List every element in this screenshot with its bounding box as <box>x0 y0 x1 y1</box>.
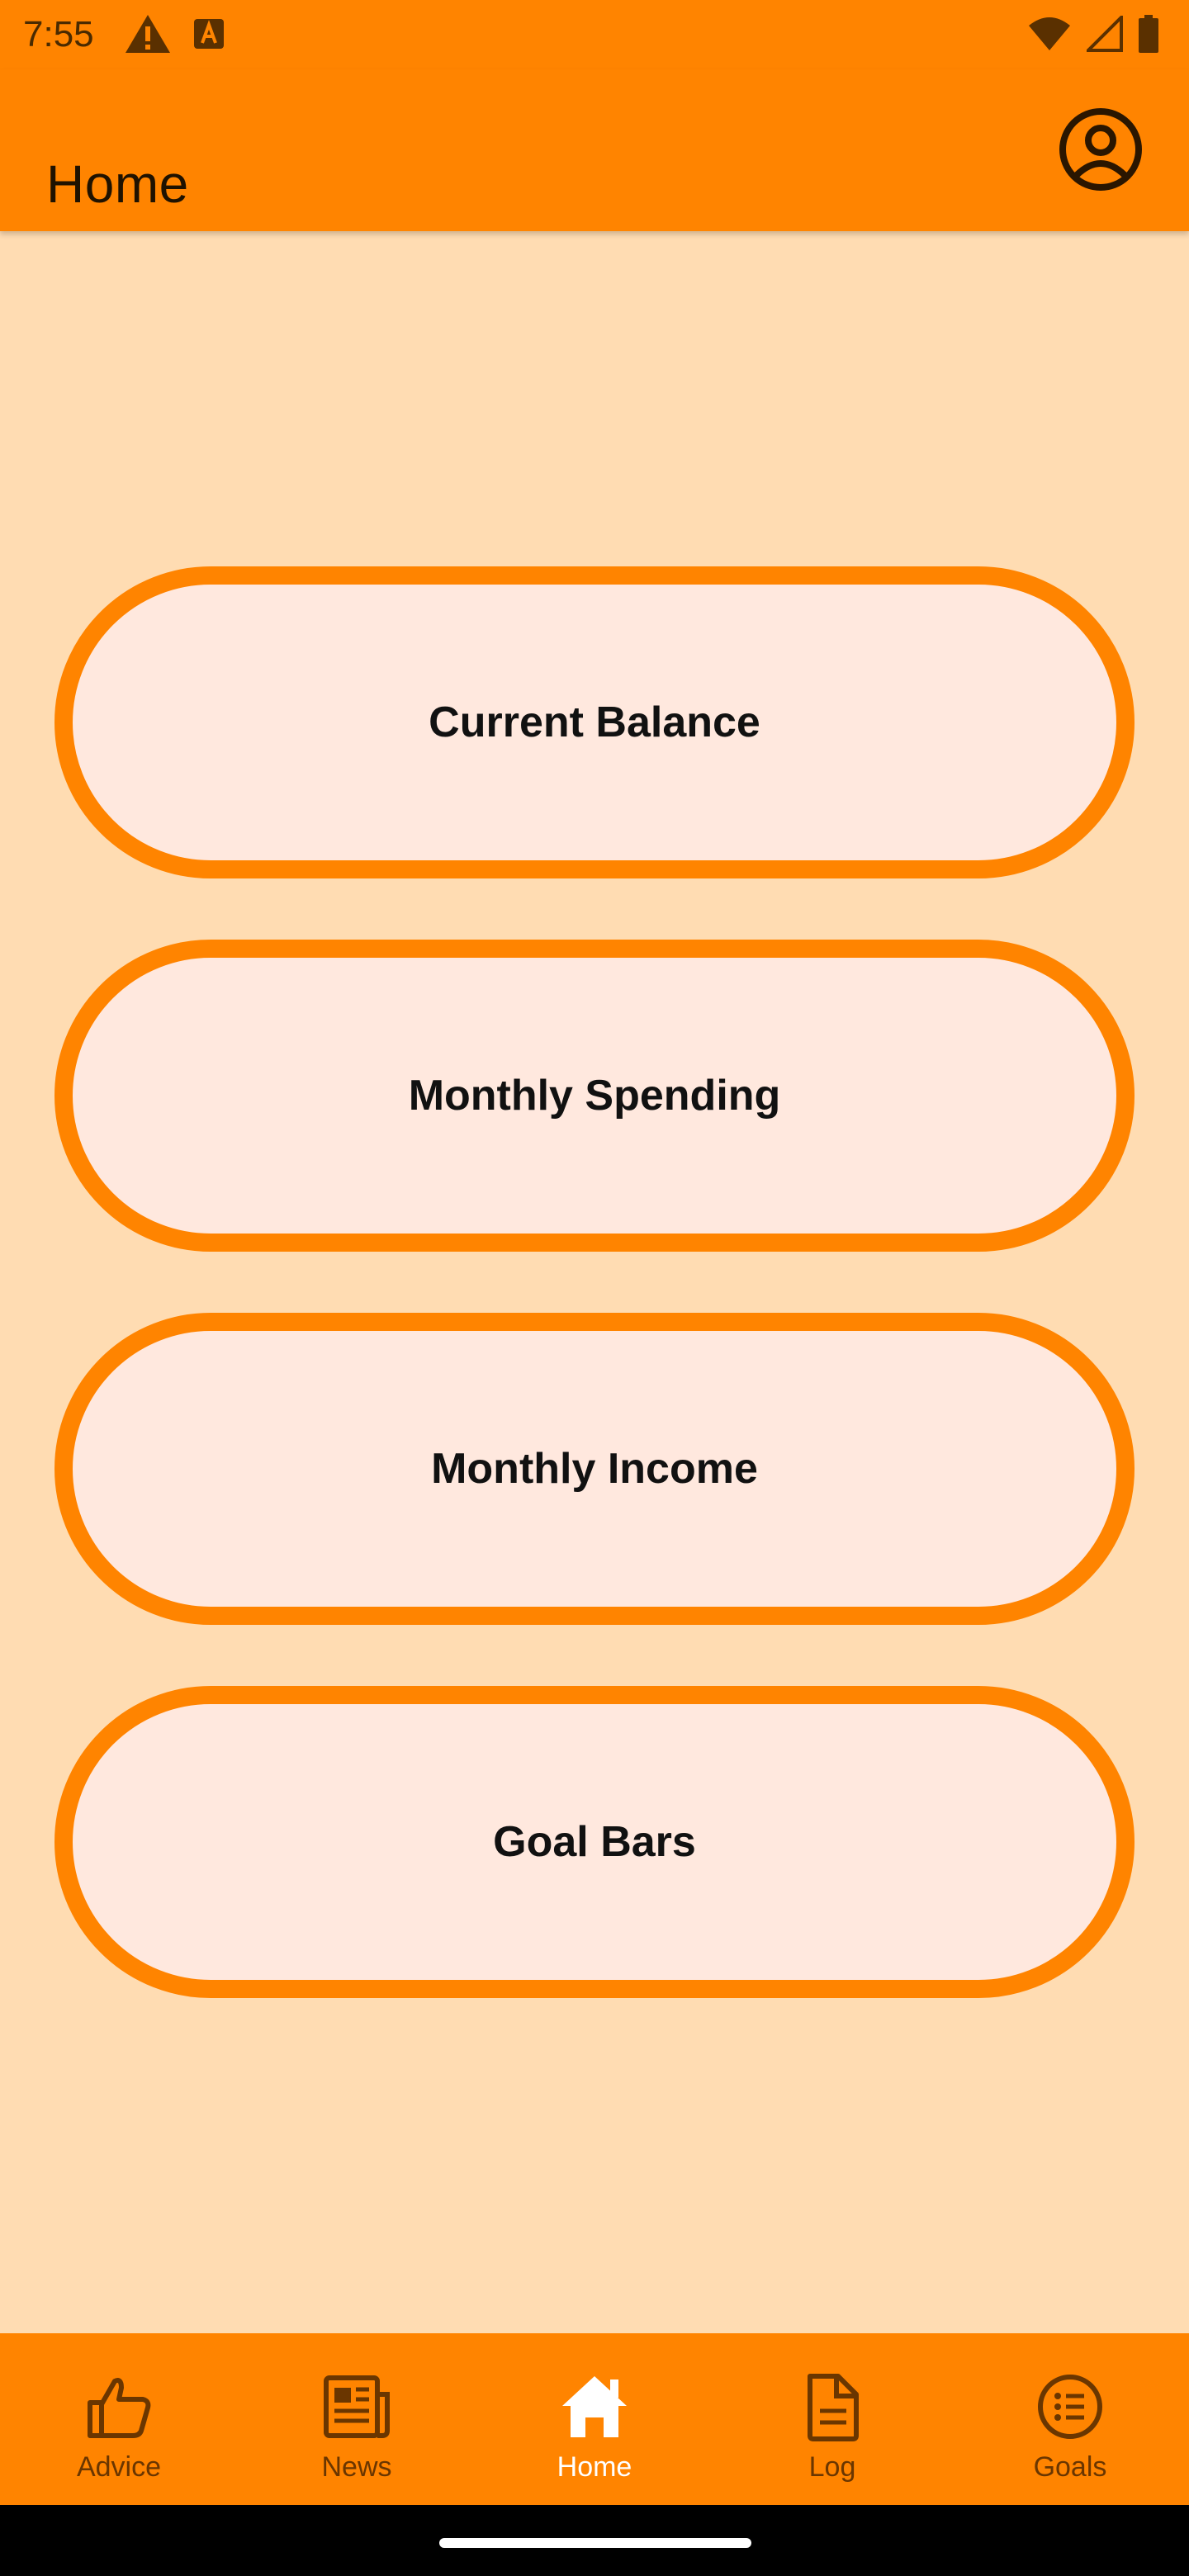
nav-label: Goals <box>1033 2451 1107 2483</box>
goal-bars-button[interactable]: Goal Bars <box>54 1686 1135 1998</box>
bottom-navigation: Advice News Home Log Goals <box>0 2333 1189 2505</box>
status-system-icons <box>1027 15 1159 53</box>
nav-item-log[interactable]: Log <box>713 2333 951 2505</box>
document-icon <box>808 2374 859 2441</box>
font-a-icon <box>194 19 224 49</box>
nav-item-advice[interactable]: Advice <box>0 2333 238 2505</box>
home-gesture-handle[interactable] <box>439 2538 751 2548</box>
nav-label: Advice <box>76 2451 162 2483</box>
home-content: Current Balance Monthly Spending Monthly… <box>0 231 1189 2333</box>
wifi-icon <box>1029 17 1070 50</box>
thumbs-up-icon <box>88 2378 151 2438</box>
monthly-spending-button[interactable]: Monthly Spending <box>54 940 1135 1252</box>
card-label: Monthly Income <box>431 1445 758 1493</box>
status-time: 7:55 <box>23 14 94 54</box>
signal-icon <box>1087 16 1123 52</box>
nav-item-goals[interactable]: Goals <box>951 2333 1189 2505</box>
nav-label: Home <box>557 2451 632 2483</box>
newspaper-icon <box>324 2375 390 2438</box>
list-icon <box>1038 2375 1102 2439</box>
account-circle-icon <box>1059 108 1142 191</box>
home-icon <box>562 2376 627 2437</box>
nav-label: News <box>321 2451 392 2483</box>
nav-item-home[interactable]: Home <box>476 2333 713 2505</box>
nav-label: Log <box>808 2451 856 2483</box>
monthly-income-button[interactable]: Monthly Income <box>54 1313 1135 1625</box>
card-label: Monthly Spending <box>408 1072 781 1120</box>
current-balance-button[interactable]: Current Balance <box>54 566 1135 878</box>
app-bar: Home <box>0 69 1189 231</box>
page-title: Home <box>46 154 189 214</box>
battery-icon <box>1139 15 1158 53</box>
warning-icon <box>126 15 170 53</box>
card-label: Current Balance <box>429 698 760 746</box>
status-notification-icons <box>124 13 225 54</box>
card-label: Goal Bars <box>493 1818 696 1866</box>
gesture-bar <box>0 2505 1189 2576</box>
nav-item-news[interactable]: News <box>238 2333 476 2505</box>
account-button[interactable] <box>1057 106 1144 193</box>
status-bar: 7:55 <box>0 0 1189 69</box>
